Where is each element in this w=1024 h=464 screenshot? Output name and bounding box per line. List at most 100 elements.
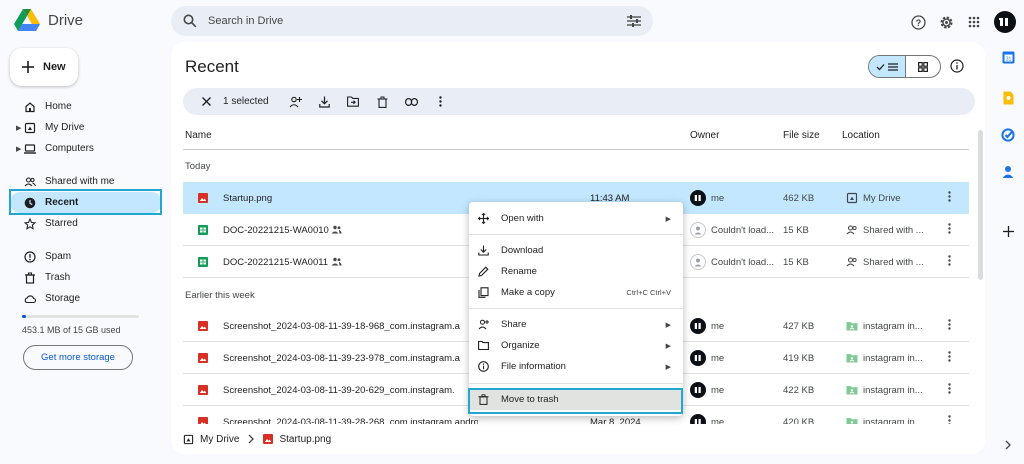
sidebar-item-starred[interactable]: Starred bbox=[10, 213, 162, 234]
trash-button[interactable] bbox=[368, 88, 397, 115]
more-vert-icon[interactable] bbox=[948, 319, 951, 330]
sidebar-item-label: Computers bbox=[45, 143, 94, 154]
app-title: Drive bbox=[48, 11, 84, 29]
sidebar-item-my-drive[interactable]: ▶ My Drive bbox=[10, 117, 162, 138]
copy-icon bbox=[478, 287, 489, 298]
file-location[interactable]: instagram in... bbox=[863, 385, 923, 396]
search-input[interactable] bbox=[208, 15, 627, 27]
sidebar-item-storage[interactable]: Storage bbox=[10, 288, 162, 309]
column-header-location[interactable]: Location bbox=[842, 130, 880, 141]
search-options-icon[interactable] bbox=[627, 15, 641, 27]
star-icon bbox=[24, 217, 36, 230]
get-more-storage-button[interactable]: Get more storage bbox=[23, 345, 133, 370]
help-button[interactable]: ? bbox=[904, 8, 932, 36]
file-owner: Couldn't load... bbox=[711, 225, 775, 236]
menu-shortcut: Ctrl+C Ctrl+V bbox=[626, 288, 671, 297]
breadcrumb-root[interactable]: My Drive bbox=[200, 434, 239, 445]
vertical-scrollbar[interactable] bbox=[978, 130, 983, 280]
more-vert-icon[interactable] bbox=[948, 223, 951, 234]
image-file-icon bbox=[198, 193, 208, 203]
sidebar-item-label: My Drive bbox=[45, 122, 85, 133]
account-avatar[interactable] bbox=[994, 11, 1016, 33]
my-drive-icon bbox=[24, 122, 36, 133]
menu-item-organize[interactable]: Organize ▶ bbox=[469, 335, 683, 356]
storage-usage-fill bbox=[22, 315, 26, 318]
download-icon bbox=[478, 245, 489, 256]
shared-icon bbox=[331, 225, 342, 234]
expand-caret-icon[interactable]: ▶ bbox=[16, 145, 21, 153]
more-vert-icon[interactable] bbox=[948, 351, 951, 362]
menu-item-share[interactable]: Share ▶ bbox=[469, 314, 683, 335]
sidebar-item-spam[interactable]: Spam bbox=[10, 246, 162, 267]
column-header-owner[interactable]: Owner bbox=[690, 130, 719, 141]
copy-link-button[interactable] bbox=[397, 88, 426, 115]
more-actions-button[interactable] bbox=[426, 88, 455, 115]
more-vert-icon[interactable] bbox=[948, 191, 951, 202]
grid-view-button[interactable] bbox=[906, 56, 940, 77]
tasks-icon bbox=[1001, 128, 1015, 142]
keep-app-button[interactable] bbox=[996, 91, 1020, 105]
add-person-icon bbox=[289, 96, 302, 107]
sidebar-item-label: Home bbox=[45, 101, 72, 112]
check-icon bbox=[876, 63, 885, 70]
column-header-size[interactable]: File size bbox=[783, 130, 820, 141]
clear-selection-button[interactable] bbox=[192, 88, 221, 115]
file-owner: me bbox=[711, 353, 725, 364]
drive-logo[interactable]: Drive bbox=[14, 9, 83, 31]
list-view-button[interactable] bbox=[869, 56, 906, 77]
sidebar-item-home[interactable]: Home bbox=[10, 96, 162, 117]
close-icon bbox=[202, 97, 211, 106]
people-icon bbox=[846, 257, 857, 267]
menu-item-file-information[interactable]: File information ▶ bbox=[469, 356, 683, 377]
search-icon[interactable] bbox=[183, 14, 197, 28]
file-size: 462 KB bbox=[783, 193, 815, 204]
expand-caret-icon[interactable]: ▶ bbox=[16, 124, 21, 132]
sidebar-item-computers[interactable]: ▶ Computers bbox=[10, 138, 162, 159]
menu-item-label: Open with bbox=[501, 213, 544, 224]
column-header-name[interactable]: Name bbox=[185, 130, 212, 141]
more-vert-icon[interactable] bbox=[948, 255, 951, 266]
file-location[interactable]: Shared with ... bbox=[863, 225, 924, 236]
get-addons-button[interactable] bbox=[996, 226, 1020, 237]
gear-icon bbox=[940, 16, 952, 28]
file-name[interactable]: Screenshot_2024-03-08-11-39-23-978_com.i… bbox=[223, 353, 460, 364]
file-location[interactable]: instagram in... bbox=[863, 353, 923, 364]
move-button[interactable] bbox=[339, 88, 368, 115]
search-bar[interactable] bbox=[171, 6, 653, 36]
submenu-arrow-icon: ▶ bbox=[665, 321, 671, 329]
file-name[interactable]: Screenshot_2024-03-08-11-39-20-629_com.i… bbox=[223, 385, 455, 396]
new-button[interactable]: New bbox=[10, 48, 78, 86]
sidebar-item-trash[interactable]: Trash bbox=[10, 267, 162, 288]
expand-side-panel-button[interactable] bbox=[996, 440, 1020, 450]
calendar-app-button[interactable]: 31 bbox=[996, 51, 1020, 64]
menu-item-download[interactable]: Download bbox=[469, 240, 683, 261]
menu-item-open-with[interactable]: Open with ▶ bbox=[469, 208, 683, 229]
apps-button[interactable] bbox=[960, 8, 988, 36]
view-toggle[interactable] bbox=[868, 55, 941, 78]
file-size: 427 KB bbox=[783, 321, 815, 332]
tasks-app-button[interactable] bbox=[996, 128, 1020, 142]
svg-text:?: ? bbox=[915, 17, 921, 27]
menu-item-rename[interactable]: Rename bbox=[469, 261, 683, 282]
sheet-file-icon bbox=[198, 257, 208, 267]
file-location[interactable]: Shared with ... bbox=[863, 257, 924, 268]
breadcrumb-file[interactable]: Startup.png bbox=[279, 434, 331, 445]
sidebar-item-label: Shared with me bbox=[45, 176, 115, 187]
file-name[interactable]: DOC-20221215-WA0011 bbox=[223, 257, 328, 268]
person-icon bbox=[694, 258, 702, 267]
share-button[interactable] bbox=[281, 88, 310, 115]
my-drive-icon bbox=[183, 434, 194, 444]
info-icon[interactable] bbox=[950, 59, 964, 73]
submenu-arrow-icon: ▶ bbox=[665, 363, 671, 371]
file-name[interactable]: Screenshot_2024-03-08-11-39-18-968_com.i… bbox=[223, 321, 460, 332]
menu-item-make-copy[interactable]: Make a copy Ctrl+C Ctrl+V bbox=[469, 282, 683, 303]
submenu-arrow-icon: ▶ bbox=[665, 342, 671, 350]
file-location[interactable]: My Drive bbox=[863, 193, 900, 204]
download-button[interactable] bbox=[310, 88, 339, 115]
contacts-app-button[interactable] bbox=[996, 165, 1020, 179]
settings-button[interactable] bbox=[932, 8, 960, 36]
file-name[interactable]: DOC-20221215-WA0010 bbox=[223, 225, 329, 236]
more-vert-icon[interactable] bbox=[948, 383, 951, 394]
file-location[interactable]: instagram in... bbox=[863, 321, 923, 332]
file-name[interactable]: Startup.png bbox=[223, 193, 272, 204]
